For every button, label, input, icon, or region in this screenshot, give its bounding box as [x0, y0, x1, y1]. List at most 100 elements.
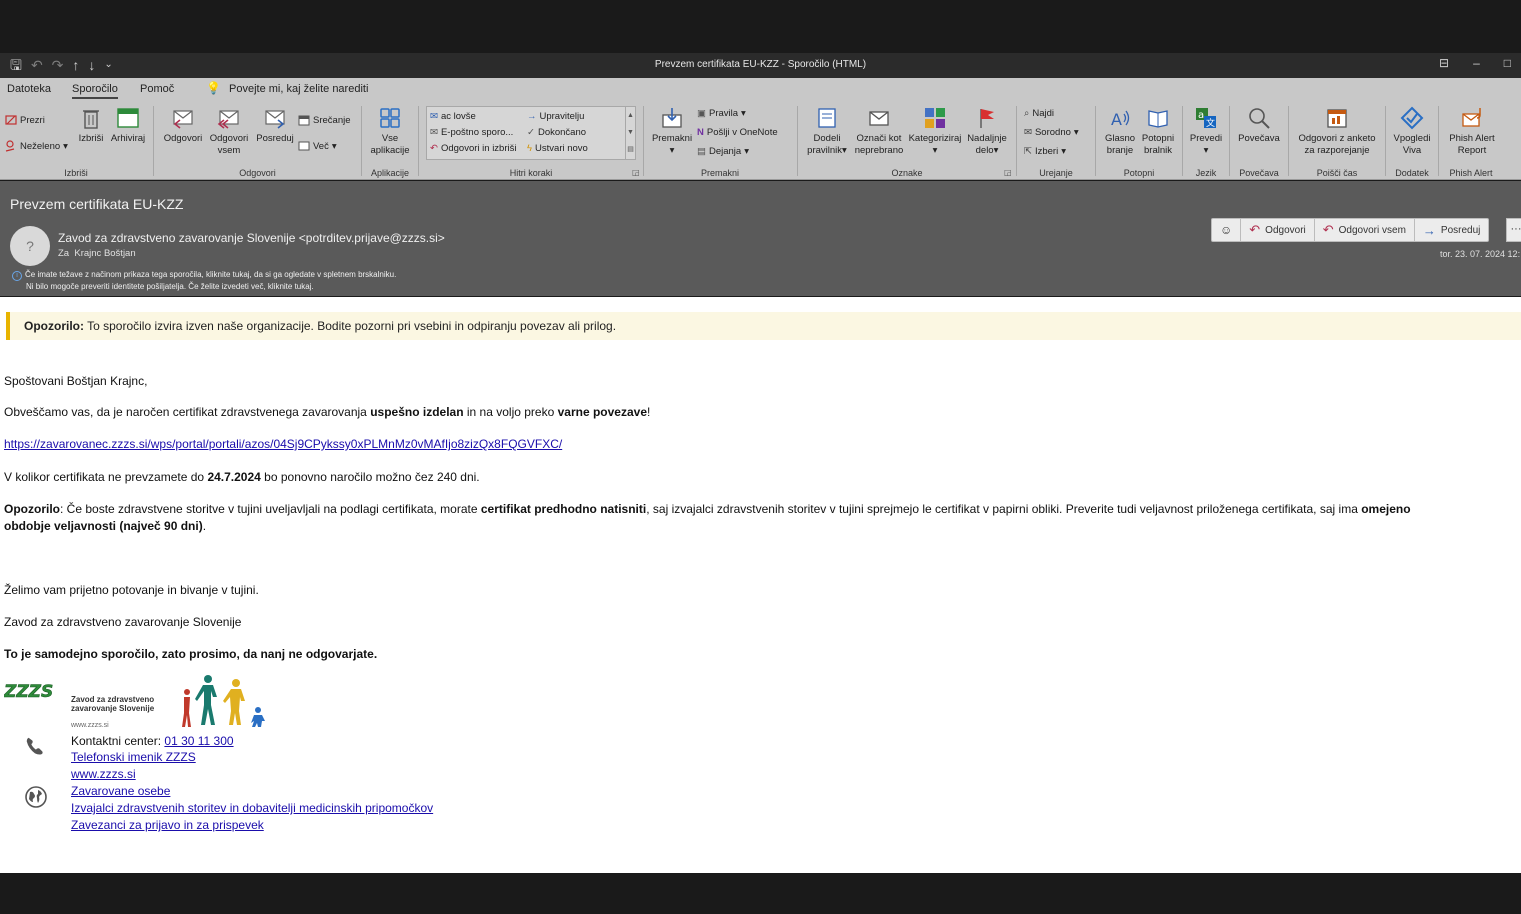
quick-step-label: Upravitelju — [539, 111, 585, 122]
arrow-right-icon: → — [527, 111, 537, 122]
text-span: Obveščamo vas, da je naročen certifikat … — [4, 405, 371, 419]
emoji-react-button[interactable]: ☺ — [1212, 219, 1242, 241]
avatar[interactable]: ? — [10, 226, 50, 266]
bold-span: certifikat predhodno natisniti — [480, 502, 647, 516]
info-line-2[interactable]: Ni bilo mogoče preveriti identitete poši… — [26, 282, 314, 291]
trash-icon — [83, 110, 99, 129]
sender[interactable]: Zavod za zdravstveno zavarovanje Sloveni… — [58, 231, 445, 245]
more-respond-button[interactable]: Več ▾ — [298, 140, 337, 152]
viva-label-1: Vpogledi — [1393, 133, 1431, 144]
tags-launcher-icon[interactable]: ◲ — [1004, 168, 1012, 177]
quick-step-item[interactable]: ✉ E-poštno sporo... — [430, 127, 513, 138]
mark-unread-button[interactable]: Označi kot neprebrano — [853, 106, 905, 157]
junk-icon — [5, 140, 15, 152]
tab-sporocilo[interactable]: Sporočilo — [72, 83, 118, 99]
quick-step-item[interactable]: ↶ Odgovori in izbriši — [430, 143, 516, 154]
reply-action-button[interactable]: ↶ Odgovori — [1241, 219, 1315, 241]
minimize-icon[interactable]: – — [1473, 56, 1480, 70]
translate-button[interactable]: a文 Prevedi ▾ — [1186, 106, 1226, 157]
bold-span: omejeno — [1361, 502, 1411, 516]
quick-step-item[interactable]: ✉ ac lovše — [430, 111, 476, 122]
viva-insights-icon — [1400, 106, 1424, 130]
reply-all-button[interactable]: Odgovori vsem — [207, 106, 251, 157]
forward-action-button[interactable]: → Posreduj — [1415, 219, 1488, 241]
certificate-link[interactable]: https://zavarovanec.zzzs.si/wps/portal/p… — [4, 437, 562, 451]
reply-button[interactable]: Odgovori — [161, 106, 205, 145]
follow-up-label-2: delo — [975, 145, 994, 156]
categorize-button[interactable]: Kategoriziraj ▾ — [907, 106, 963, 157]
move-button[interactable]: Premakni ▾ — [649, 106, 695, 157]
expand-gallery-icon[interactable]: ▤ — [626, 141, 635, 158]
onenote-button[interactable]: N Pošlji v OneNote — [697, 127, 778, 138]
forward-button[interactable]: Posreduj — [253, 106, 297, 145]
move-label: Premakni — [651, 133, 693, 144]
all-apps-label-2: aplikacije — [370, 145, 410, 156]
immersive-reader-icon — [1148, 110, 1168, 128]
chevron-down-icon[interactable]: ▼ — [626, 124, 635, 141]
quick-step-item[interactable]: ϟ Ustvari novo — [527, 143, 588, 154]
reply-poll-label-2: za razporejanje — [1304, 145, 1370, 156]
follow-up-button[interactable]: Nadaljnje delo▾ — [963, 106, 1011, 157]
contributors-link[interactable]: Zavezanci za prijavo in za prispevek — [71, 817, 264, 833]
message-header: Prevzem certifikata EU-KZZ ? Zavod za zd… — [0, 181, 1521, 296]
immersive-reader-button[interactable]: Potopni bralnik — [1139, 106, 1177, 157]
insured-persons-link[interactable]: Zavarovane osebe — [71, 783, 170, 799]
group-izbrisi: Prezri Neželeno ▾ Izbriši Arhiviraj Izbri… — [0, 102, 152, 180]
find-button[interactable]: ⌕ Najdi — [1024, 108, 1054, 119]
text-span: : Če boste zdravstvene storitve v tujini… — [60, 502, 481, 516]
no-reply-notice: To je samodejno sporočilo, zato prosimo,… — [4, 647, 378, 661]
chevron-up-icon[interactable]: ▲ — [626, 107, 635, 124]
zoom-button[interactable]: Povečava — [1235, 106, 1283, 145]
all-apps-button[interactable]: Vse aplikacije — [367, 106, 413, 157]
quick-steps-scroll[interactable]: ▲ ▼ ▤ — [625, 107, 635, 159]
recipient[interactable]: Krajnc Boštjan — [74, 248, 135, 259]
immersive-reader-label-2: bralnik — [1144, 145, 1172, 156]
tab-datoteka[interactable]: Datoteka — [7, 83, 51, 95]
to-label: Za — [58, 248, 70, 259]
rules-button[interactable]: ▣ Pravila ▾ — [697, 108, 746, 119]
tab-pomoc[interactable]: Pomoč — [140, 83, 174, 95]
reply-all-action-label: Odgovori vsem — [1338, 224, 1406, 236]
quick-step-label: ac lovše — [440, 111, 476, 122]
website-link[interactable]: www.zzzs.si — [71, 766, 136, 782]
text-span: , saj izvajalci zdravstvenih storitev v … — [646, 502, 1362, 516]
quick-step-item[interactable]: ✓ Dokončano — [527, 127, 586, 138]
viva-insights-button[interactable]: Vpogledi Viva — [1390, 106, 1434, 157]
archive-button[interactable]: Arhiviraj — [108, 106, 148, 145]
tell-me-search[interactable]: Povejte mi, kaj želite narediti — [229, 83, 368, 95]
select-button[interactable]: ⇱ Izberi ▾ — [1024, 146, 1066, 157]
contact-phone-link[interactable]: 01 30 11 300 — [164, 734, 233, 748]
info-bar[interactable]: i Če imate težave z načinom prikaza tega … — [12, 269, 396, 292]
assign-policy-button[interactable]: Dodeli pravilnik▾ — [802, 106, 852, 157]
forward-action-label: Posreduj — [1440, 224, 1481, 236]
read-aloud-button[interactable]: A Glasno branje — [1101, 106, 1139, 157]
phish-alert-button[interactable]: Phish Alert Report — [1444, 106, 1500, 157]
providers-link[interactable]: Izvajalci zdravstvenih storitev in dobav… — [71, 800, 433, 816]
maximize-icon[interactable]: □ — [1504, 56, 1511, 70]
related-button[interactable]: ✉ Sorodno ▾ — [1024, 127, 1079, 138]
delete-button[interactable]: Izbriši — [78, 106, 104, 145]
quick-step-item[interactable]: → Upravitelju — [527, 111, 584, 122]
read-aloud-icon: A — [1111, 110, 1130, 129]
quick-steps-launcher-icon[interactable]: ◲ — [632, 168, 640, 177]
reply-all-action-button[interactable]: ↶ Odgovori vsem — [1315, 219, 1415, 241]
ribbon-display-icon[interactable]: ⊟ — [1439, 56, 1449, 70]
contact-label: Kontaktni center: — [71, 734, 165, 748]
meeting-button[interactable]: Srečanje — [298, 114, 351, 126]
info-line-1[interactable]: Če imate težave z načinom prikaza tega s… — [25, 270, 396, 279]
quick-step-label: E-poštno sporo... — [440, 127, 514, 138]
actions-button[interactable]: ▤ Dejanja ▾ — [697, 146, 749, 157]
ignore-icon — [5, 115, 17, 125]
phonebook-link[interactable]: Telefonski imenik ZZZS — [71, 749, 196, 765]
message-subject: Prevzem certifikata EU-KZZ — [10, 196, 184, 212]
reply-with-poll-button[interactable]: Odgovori z anketo za razporejanje — [1292, 106, 1382, 157]
ignore-button[interactable]: Prezri — [5, 114, 45, 126]
quick-step-label: Odgovori in izbriši — [440, 143, 517, 154]
ribbon: Prezri Neželeno ▾ Izbriši Arhiviraj Izbri… — [0, 102, 1521, 180]
chevron-down-icon: ▾ — [842, 145, 847, 156]
poll-calendar-icon — [1327, 109, 1347, 128]
family-illustration — [182, 675, 265, 727]
chevron-down-icon: ▾ — [63, 140, 68, 152]
more-actions-button[interactable]: ··· — [1506, 218, 1521, 242]
junk-button[interactable]: Neželeno ▾ — [5, 140, 68, 152]
